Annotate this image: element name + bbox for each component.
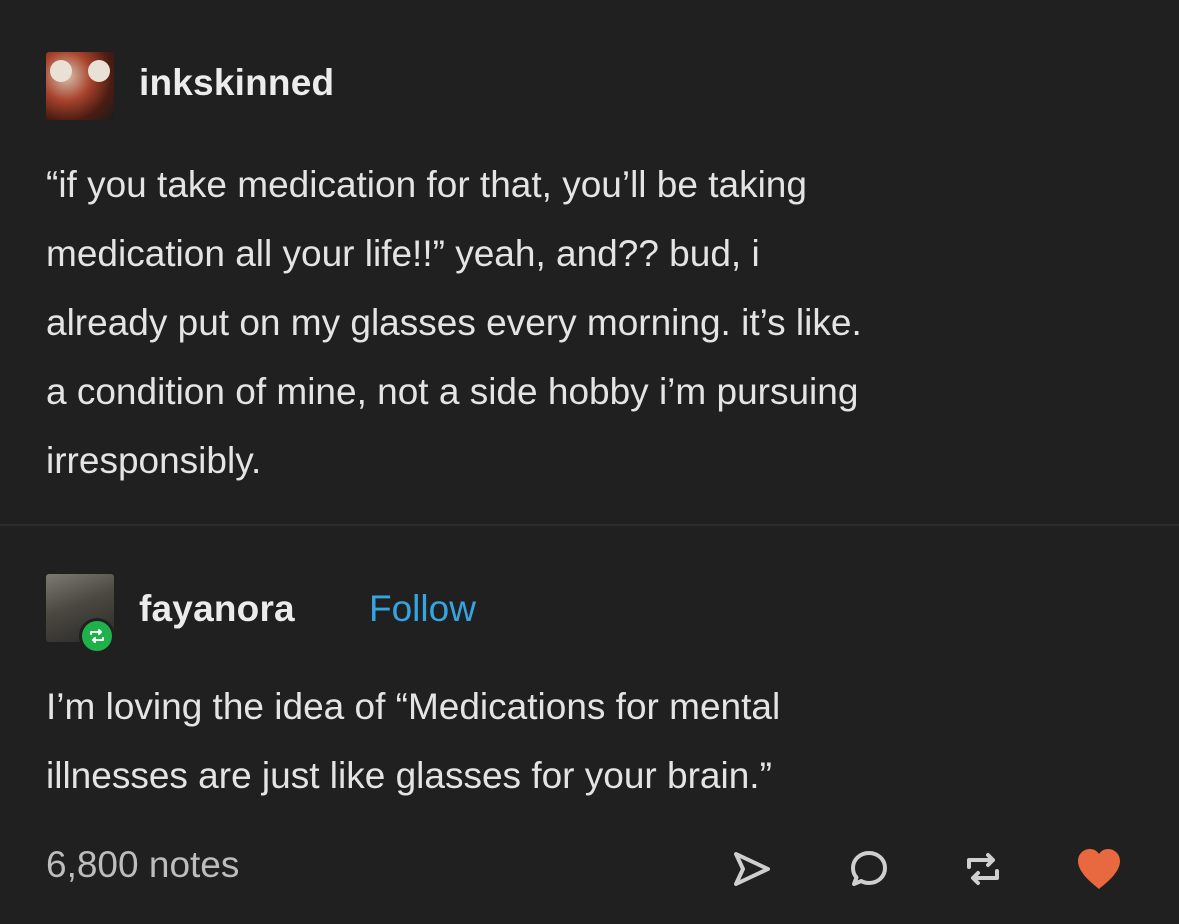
post-line: a condition of mine, not a side hobby i’… <box>46 371 859 412</box>
like-icon[interactable] <box>1074 844 1124 894</box>
post-body: “if you take medication for that, you’ll… <box>46 150 1136 495</box>
original-post: inkskinned “if you take medication for t… <box>0 0 1179 524</box>
username-fayanora[interactable]: fayanora <box>139 588 295 630</box>
reply-icon[interactable] <box>844 844 894 894</box>
notes-count[interactable]: 6,800 notes <box>46 844 239 886</box>
post-line: medication all your life!!” yeah, and?? … <box>46 233 760 274</box>
post-line: already put on my glasses every morning.… <box>46 302 862 343</box>
red-panda-avatar[interactable] <box>46 52 114 120</box>
post-line: irresponsibly. <box>46 440 262 481</box>
username-inkskinned[interactable]: inkskinned <box>139 62 334 104</box>
reblog-icon[interactable] <box>958 844 1008 894</box>
post-line: illnesses are just like glasses for your… <box>46 755 772 796</box>
post-body: I’m loving the idea of “Medications for … <box>46 672 1136 810</box>
post-line: “if you take medication for that, you’ll… <box>46 164 807 205</box>
follow-button[interactable]: Follow <box>369 588 476 630</box>
share-icon[interactable] <box>727 844 777 894</box>
reblog-badge-icon <box>79 618 115 654</box>
post-line: I’m loving the idea of “Medications for … <box>46 686 781 727</box>
reblog-post: fayanora Follow I’m loving the idea of “… <box>0 526 1179 924</box>
